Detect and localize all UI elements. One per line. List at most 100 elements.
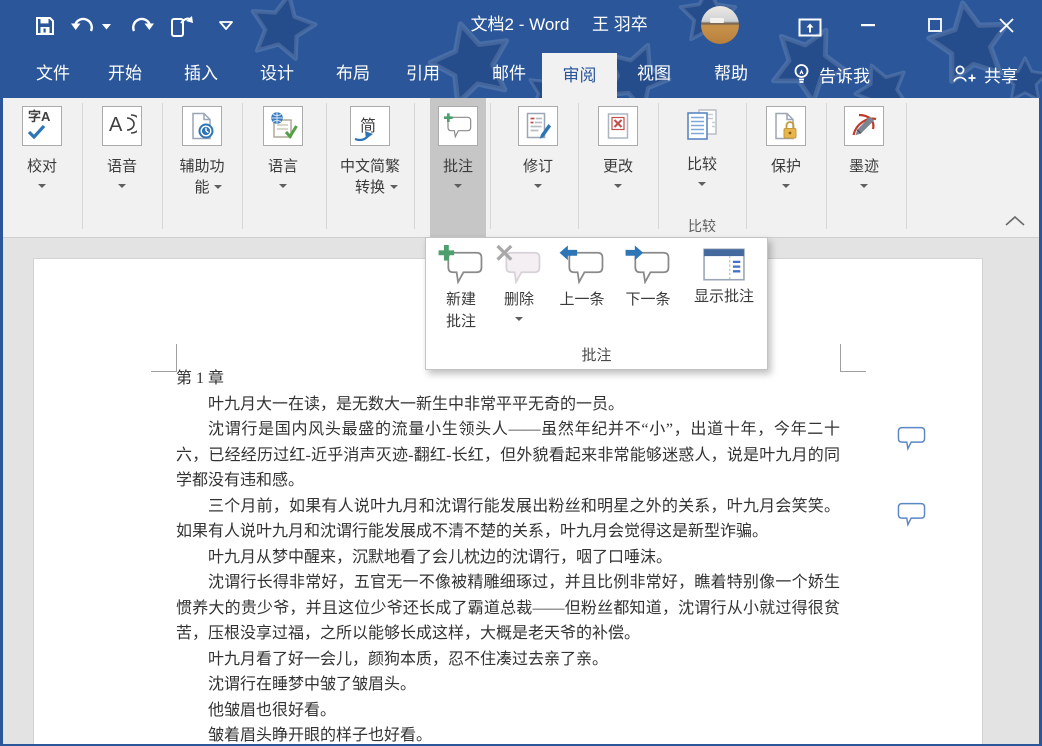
paragraph[interactable]: 叶九月大一在读，是无数大一新生中非常平平无奇的一员。 xyxy=(176,392,840,418)
comment-marker-icon xyxy=(897,502,926,527)
chinese-conversion-icon: 简 xyxy=(350,106,390,146)
margin-mark xyxy=(151,371,177,372)
paragraph[interactable]: 沈谓行在睡梦中皱了皱眉头。 xyxy=(176,672,840,698)
protect-button[interactable]: 保护 xyxy=(754,98,818,237)
group-separator xyxy=(162,103,163,229)
undo-dropdown-icon xyxy=(102,23,111,30)
tab-home[interactable]: 开始 xyxy=(96,50,154,98)
delete-comment-icon xyxy=(496,245,542,284)
comments-bubble-icon xyxy=(438,106,478,146)
new-comment-button[interactable]: 新建批注 xyxy=(434,238,488,342)
proofing-icon: 字A xyxy=(22,106,62,146)
redo-icon xyxy=(130,16,155,37)
maximize-button[interactable] xyxy=(913,0,957,50)
dropdown-arrow-icon xyxy=(534,184,542,188)
share-button[interactable]: 共享 xyxy=(946,50,1024,98)
protect-label: 保护 xyxy=(771,156,801,177)
window-border xyxy=(0,98,3,746)
title-bar: 文档2 - Word 王 羽卒 xyxy=(0,0,1042,50)
customize-quick-access-icon xyxy=(218,20,234,31)
tab-help[interactable]: 帮助 xyxy=(702,50,760,98)
minimize-icon xyxy=(861,24,875,27)
compare-group-label: 比较 xyxy=(670,216,734,236)
touch-mouse-mode-button[interactable] xyxy=(164,11,196,41)
group-separator xyxy=(746,103,747,229)
changes-button[interactable]: 更改 xyxy=(588,98,648,237)
ribbon: 字A 校对 A 语音 xyxy=(0,98,1042,238)
tab-insert[interactable]: 插入 xyxy=(172,50,230,98)
accessibility-label: 辅助功能 xyxy=(178,156,226,198)
dropdown-arrow-icon xyxy=(279,184,287,188)
account-user-name[interactable]: 王 羽卒 xyxy=(592,0,648,50)
show-comments-button[interactable]: 显示批注 xyxy=(684,238,764,342)
chinese-conversion-button[interactable]: 简 中文简繁转换 xyxy=(330,98,410,237)
compare-label: 比较 xyxy=(687,154,717,175)
accessibility-button[interactable]: 辅助功能 xyxy=(168,98,236,237)
document-text[interactable]: 第 1 章 叶九月大一在读，是无数大一新生中非常平平无奇的一员。沈谓行是国内风头… xyxy=(176,366,840,746)
ribbon-display-options-icon xyxy=(798,18,822,37)
speech-label: 语音 xyxy=(107,156,137,177)
paragraph[interactable]: 叶九月看了好一会儿，颜狗本质，忍不住凑过去亲了亲。 xyxy=(176,647,840,673)
paragraph[interactable]: 皱着眉头睁开眼的样子也好看。 xyxy=(176,723,840,746)
comments-button[interactable]: 批注 xyxy=(430,98,486,237)
comments-menu-group-label: 批注 xyxy=(426,344,767,365)
undo-button[interactable] xyxy=(68,14,97,39)
next-comment-icon xyxy=(625,245,671,284)
undo-dropdown-button[interactable] xyxy=(100,21,113,32)
avatar[interactable] xyxy=(701,6,739,44)
next-comment-label: 下一条 xyxy=(625,289,670,311)
delete-comment-button[interactable]: 删除 xyxy=(492,238,546,342)
word-window: 文档2 - Word 王 羽卒 xyxy=(0,0,1042,746)
language-label: 语言 xyxy=(268,156,298,177)
ribbon-display-options-button[interactable] xyxy=(796,16,824,39)
tab-file[interactable]: 文件 xyxy=(24,50,82,98)
ink-icon xyxy=(844,106,884,146)
dropdown-arrow-icon xyxy=(118,184,126,188)
paragraph[interactable]: 沈谓行长得非常好，五官无一不像被精雕细琢过，并且比例非常好，瞧着特别像一个娇生惯… xyxy=(176,570,840,647)
tab-layout[interactable]: 布局 xyxy=(324,50,382,98)
comment-marker[interactable] xyxy=(897,502,926,527)
save-button[interactable] xyxy=(32,13,58,39)
proofing-label: 校对 xyxy=(27,156,57,177)
comment-marker[interactable] xyxy=(897,426,926,451)
maximize-icon xyxy=(928,18,942,32)
dropdown-arrow-icon xyxy=(454,184,462,188)
paragraph[interactable]: 沈谓行是国内风头最盛的流量小生领头人——虽然年纪并不“小”，出道十年，今年二十六… xyxy=(176,417,840,494)
customize-quick-access-button[interactable] xyxy=(216,18,236,33)
margin-mark xyxy=(840,371,866,372)
comment-marker-icon xyxy=(897,426,926,451)
group-separator xyxy=(658,103,659,229)
accessibility-icon xyxy=(182,106,222,146)
previous-comment-button[interactable]: 上一条 xyxy=(550,238,614,342)
paragraph[interactable]: 他皱眉也很好看。 xyxy=(176,698,840,724)
ink-button[interactable]: 墨迹 xyxy=(832,98,896,237)
tab-view[interactable]: 视图 xyxy=(625,50,683,98)
next-comment-button[interactable]: 下一条 xyxy=(616,238,680,342)
changes-icon xyxy=(598,106,638,146)
dropdown-arrow-icon xyxy=(515,317,523,321)
speech-button[interactable]: A 语音 xyxy=(92,98,152,237)
dropdown-arrow-icon xyxy=(782,184,790,188)
protect-icon xyxy=(766,106,806,146)
new-comment-label: 新建批注 xyxy=(443,289,479,333)
close-button[interactable] xyxy=(980,0,1032,50)
paragraph[interactable]: 三个月前，如果有人说叶九月和沈谓行能发展出粉丝和明星之外的关系，叶九月会笑笑。如… xyxy=(176,494,840,545)
tab-mailings[interactable]: 邮件 xyxy=(480,50,538,98)
proofing-button[interactable]: 字A 校对 xyxy=(12,98,72,237)
dropdown-arrow-icon xyxy=(390,185,398,189)
minimize-button[interactable] xyxy=(846,0,890,50)
tab-references[interactable]: 引用 xyxy=(394,50,452,98)
paragraph[interactable]: 叶九月从梦中醒来，沉默地看了会儿枕边的沈谓行，咽了口唾沫。 xyxy=(176,545,840,571)
new-comment-icon xyxy=(438,245,484,284)
collapse-ribbon-button[interactable] xyxy=(998,211,1024,231)
redo-button[interactable] xyxy=(128,14,157,39)
language-button[interactable]: 语言 xyxy=(252,98,314,237)
ribbon-tabs: 文件 开始 插入 设计 布局 引用 邮件 审阅 视图 帮助 告诉我 xyxy=(0,50,1042,98)
tab-design[interactable]: 设计 xyxy=(248,50,306,98)
changes-label: 更改 xyxy=(603,156,633,177)
tab-review[interactable]: 审阅 xyxy=(542,53,617,98)
group-separator xyxy=(578,103,579,229)
tell-me-button[interactable]: 告诉我 xyxy=(786,50,876,98)
track-changes-button[interactable]: 修订 xyxy=(508,98,568,237)
show-comments-icon xyxy=(703,248,745,281)
